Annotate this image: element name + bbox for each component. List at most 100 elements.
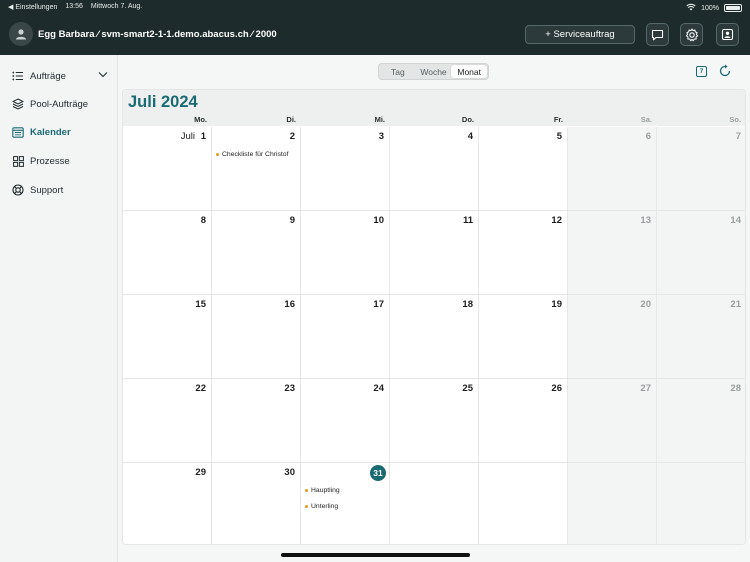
calendar-day-cell[interactable]: 7: [657, 127, 745, 211]
wifi-icon: [686, 3, 696, 13]
calendar-day-cell[interactable]: 13: [568, 211, 657, 295]
day-number: 6: [645, 131, 651, 142]
calendar-day-cell[interactable]: 11: [390, 211, 479, 295]
lifebuoy-icon: [12, 184, 24, 196]
calendar-day-cell[interactable]: 20: [568, 295, 657, 379]
event-dot-icon: [305, 505, 308, 508]
calendar-day-cell[interactable]: 31 Hauptling Unterling: [301, 463, 390, 544]
battery-percentage: 100%: [701, 4, 719, 12]
sidebar-item-prozesse[interactable]: Prozesse: [0, 149, 118, 173]
day-number: 1: [200, 131, 206, 142]
month-title: Juli 2024: [128, 93, 198, 111]
day-number: 24: [373, 383, 384, 394]
header-title: Egg Barbara ⁄ svm-smart2-1-1.demo.abacus…: [38, 29, 277, 40]
today-calendar-icon[interactable]: 7: [696, 66, 707, 77]
calendar-day-cell[interactable]: 3: [301, 127, 390, 211]
user-avatar[interactable]: [9, 22, 33, 46]
calendar-day-cell[interactable]: 1 Juli: [123, 127, 212, 211]
day-number: 23: [284, 383, 295, 394]
event-label: Unterling: [311, 503, 339, 510]
day-number: 17: [373, 299, 384, 310]
weekday-label: Fr.: [553, 115, 563, 124]
calendar-day-cell[interactable]: 17: [301, 295, 390, 379]
calendar-day-cell[interactable]: 6: [568, 127, 657, 211]
calendar-day-cell[interactable]: 4: [390, 127, 479, 211]
day-number: 13: [640, 215, 651, 226]
calendar-day-cell[interactable]: 22: [123, 379, 212, 463]
calendar-day-cell[interactable]: 27: [568, 379, 657, 463]
calendar-day-cell[interactable]: 21: [657, 295, 745, 379]
calendar-day-cell[interactable]: 9: [212, 211, 301, 295]
month-calendar: Juli 2024 Mo. Di. Mi. Do. Fr. Sa. So. 1J…: [122, 89, 746, 545]
settings-gear-icon[interactable]: [680, 23, 703, 46]
calendar-event[interactable]: Hauptling: [305, 487, 340, 494]
calendar-day-cell[interactable]: 28: [657, 379, 745, 463]
day-number: 26: [551, 383, 562, 394]
day-number: 28: [730, 383, 741, 394]
sidebar-item-support[interactable]: Support: [0, 178, 118, 202]
sidebar-item-label: Pool-Aufträge: [30, 98, 89, 110]
day-number: 7: [735, 131, 741, 142]
weekday-label: Mo.: [194, 115, 207, 124]
calendar-day-cell[interactable]: 26: [479, 379, 568, 463]
day-number: 16: [284, 299, 295, 310]
calendar-day-cell[interactable]: 18: [390, 295, 479, 379]
refresh-icon[interactable]: [718, 64, 732, 78]
weekday-label: Di.: [286, 115, 296, 124]
day-number: 15: [195, 299, 206, 310]
day-number: 14: [730, 215, 741, 226]
calendar-day-cell[interactable]: 19: [479, 295, 568, 379]
day-number: 19: [551, 299, 562, 310]
calendar-day-cell[interactable]: 16: [212, 295, 301, 379]
calendar-event[interactable]: Checkliste für Christof: [216, 151, 288, 158]
status-bar: ◀ Einstellungen 13:56 Mittwoch 7. Aug. 1…: [0, 0, 750, 14]
chevron-down-icon[interactable]: [98, 70, 108, 81]
new-service-order-button[interactable]: + Serviceauftrag: [525, 25, 635, 44]
day-number: 8: [200, 215, 206, 226]
calendar-day-cell[interactable]: 2 Checkliste für Christof: [212, 127, 301, 211]
tab-monat[interactable]: Monat: [451, 65, 488, 78]
layers-icon: [12, 98, 24, 110]
calendar-day-cell[interactable]: 14: [657, 211, 745, 295]
calendar-empty-cell: [657, 463, 745, 544]
top-bar: ◀ Einstellungen 13:56 Mittwoch 7. Aug. 1…: [0, 0, 750, 55]
event-label: Hauptling: [311, 487, 340, 494]
list-icon: [12, 70, 24, 82]
tab-tag[interactable]: Tag: [380, 65, 416, 78]
calendar-day-cell[interactable]: 25: [390, 379, 479, 463]
calendar-event[interactable]: Unterling: [305, 503, 338, 510]
calendar-day-cell[interactable]: 24: [301, 379, 390, 463]
day-number: 4: [467, 131, 473, 142]
calendar-day-cell[interactable]: 29: [123, 463, 212, 544]
event-dot-icon: [216, 153, 219, 156]
chat-icon[interactable]: [646, 23, 669, 46]
profile-card-icon[interactable]: [716, 23, 739, 46]
calendar-grid: 1 Juli 2 Checkliste für Christof 3 4 5 6 7 8 9 10 11…: [123, 127, 745, 544]
sidebar-item-pool-auftraege[interactable]: Pool-Aufträge: [0, 92, 118, 116]
weekday-label: Do.: [461, 115, 474, 124]
calendar-day-cell[interactable]: 8: [123, 211, 212, 295]
calendar-day-cell[interactable]: 15: [123, 295, 212, 379]
home-indicator: [281, 553, 470, 557]
day-number: 29: [195, 467, 206, 478]
day-number: 18: [462, 299, 473, 310]
calendar-day-cell[interactable]: 12: [479, 211, 568, 295]
back-to-settings-link[interactable]: ◀ Einstellungen: [8, 3, 57, 11]
sidebar-item-label: Prozesse: [30, 155, 70, 167]
calendar-day-cell[interactable]: 5: [479, 127, 568, 211]
day-number: 12: [551, 215, 562, 226]
day-number: 20: [640, 299, 651, 310]
day-number: 21: [730, 299, 741, 310]
sidebar-item-kalender[interactable]: Kalender: [0, 120, 118, 144]
calendar-empty-cell: [479, 463, 568, 544]
calendar-day-cell[interactable]: 23: [212, 379, 301, 463]
sidebar-item-auftraege[interactable]: Aufträge: [0, 64, 118, 88]
day-number: 22: [195, 383, 206, 394]
grid-icon: [12, 155, 24, 167]
calendar-day-cell[interactable]: 10: [301, 211, 390, 295]
day-number: 5: [556, 131, 562, 142]
calendar-day-cell[interactable]: 30: [212, 463, 301, 544]
view-switcher: Tag Woche Monat: [378, 63, 489, 80]
battery-icon: [724, 4, 742, 12]
tab-woche[interactable]: Woche: [416, 65, 452, 78]
